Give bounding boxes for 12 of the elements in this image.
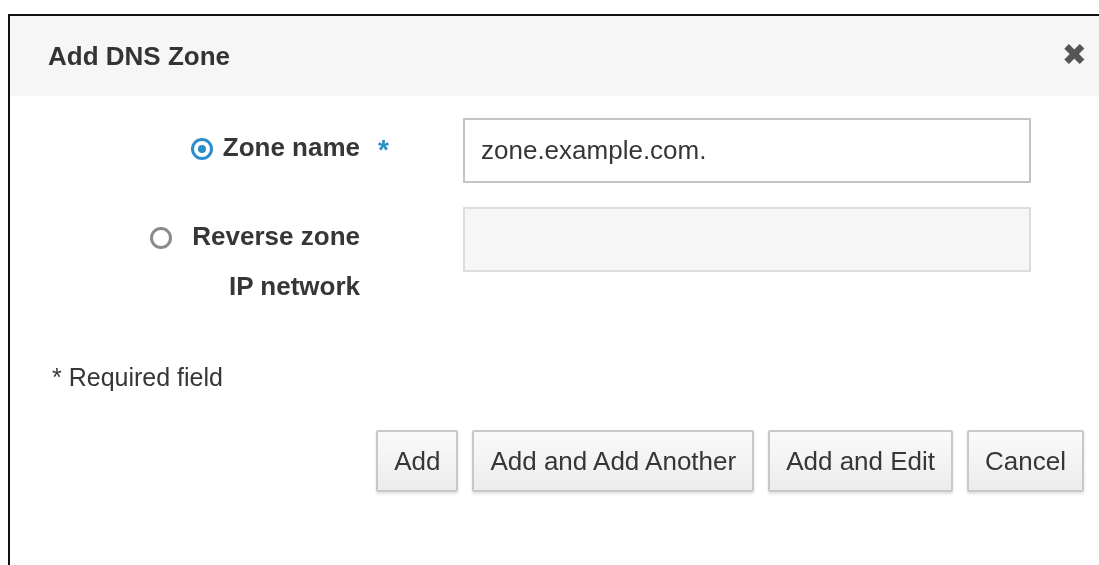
field-label: Zone name xyxy=(222,131,360,164)
radio-button[interactable] xyxy=(190,138,213,160)
dialog-button[interactable]: Cancel xyxy=(967,430,1084,492)
dialog-title: Add DNS Zone xyxy=(48,40,230,72)
close-button[interactable]: ✖ xyxy=(1061,40,1087,70)
input-field[interactable]: zone.example.com. xyxy=(463,118,1031,183)
required-mark: * xyxy=(378,134,389,165)
field-label: Reverse zone IP network xyxy=(191,220,360,303)
dialog-button[interactable]: Add xyxy=(376,430,459,492)
dialog-button[interactable]: Add and Add Another xyxy=(472,430,755,492)
dialog-button[interactable]: Add and Edit xyxy=(768,430,954,492)
required-note: * Required field xyxy=(52,363,224,392)
